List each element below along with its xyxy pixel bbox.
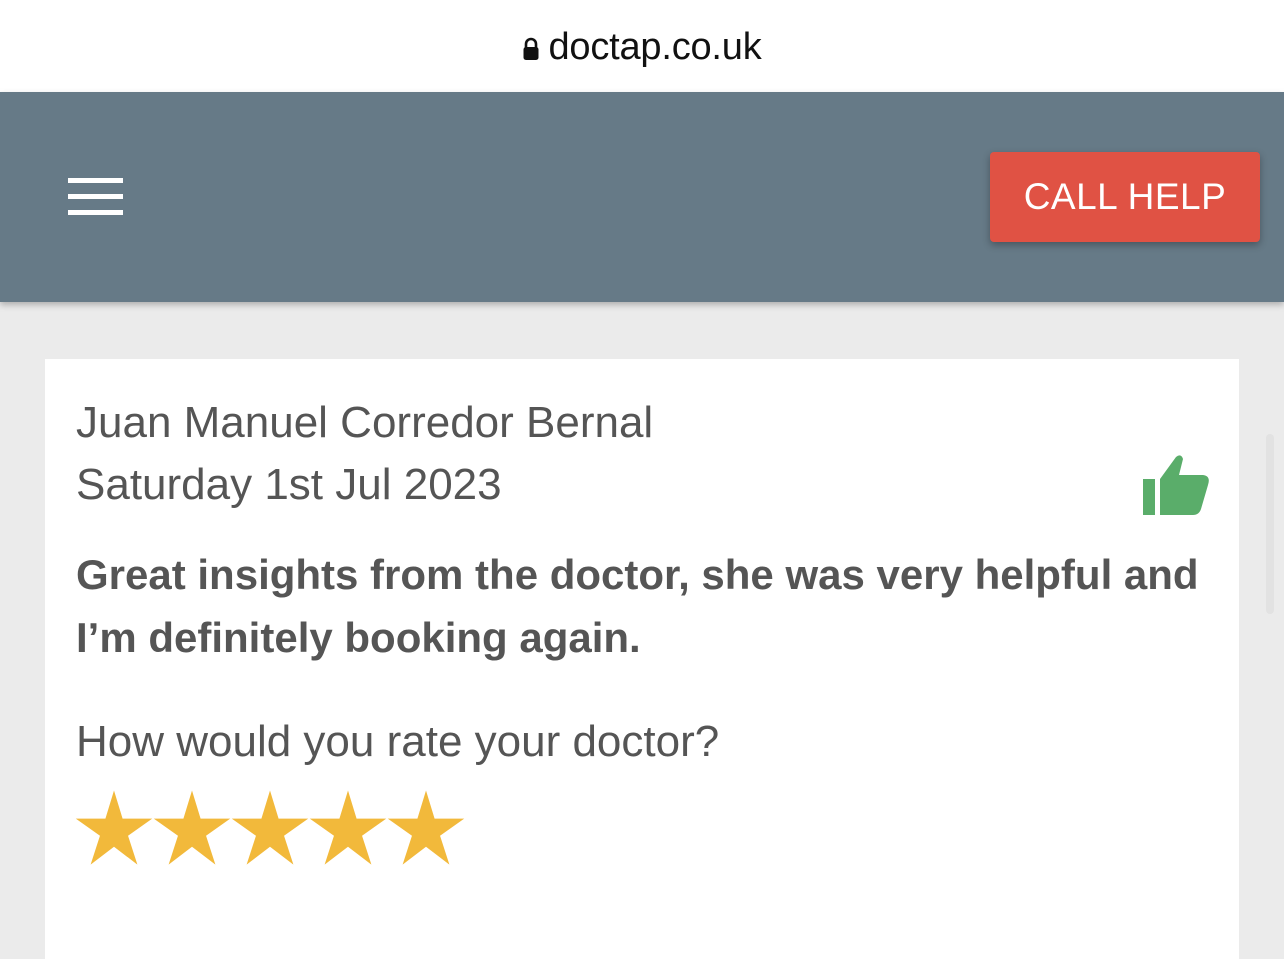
review-date: Saturday 1st Jul 2023 (76, 460, 502, 509)
star-icon[interactable] (309, 789, 387, 867)
lock-icon (523, 37, 539, 60)
reviewer-name: Juan Manuel Corredor Bernal (76, 398, 654, 447)
browser-url-bar[interactable]: doctap.co.uk (0, 0, 1284, 92)
hamburger-menu-icon[interactable] (68, 178, 124, 216)
star-icon[interactable] (231, 789, 309, 867)
rating-question: How would you rate your doctor? (76, 717, 720, 766)
star-rating[interactable] (75, 789, 465, 867)
review-comment: Great insights from the doctor, she was … (76, 551, 1199, 661)
url-display[interactable]: doctap.co.uk (522, 25, 762, 69)
star-icon[interactable] (387, 789, 465, 867)
site-header: CALL HELP (0, 92, 1284, 302)
thumbs-up-icon (1143, 455, 1209, 515)
star-icon[interactable] (153, 789, 231, 867)
review-card: Juan Manuel Corredor Bernal Saturday 1st… (45, 359, 1239, 959)
star-icon[interactable] (75, 789, 153, 867)
url-text: doctap.co.uk (548, 25, 762, 68)
call-help-button[interactable]: CALL HELP (990, 152, 1260, 242)
scrollbar[interactable] (1266, 434, 1274, 614)
